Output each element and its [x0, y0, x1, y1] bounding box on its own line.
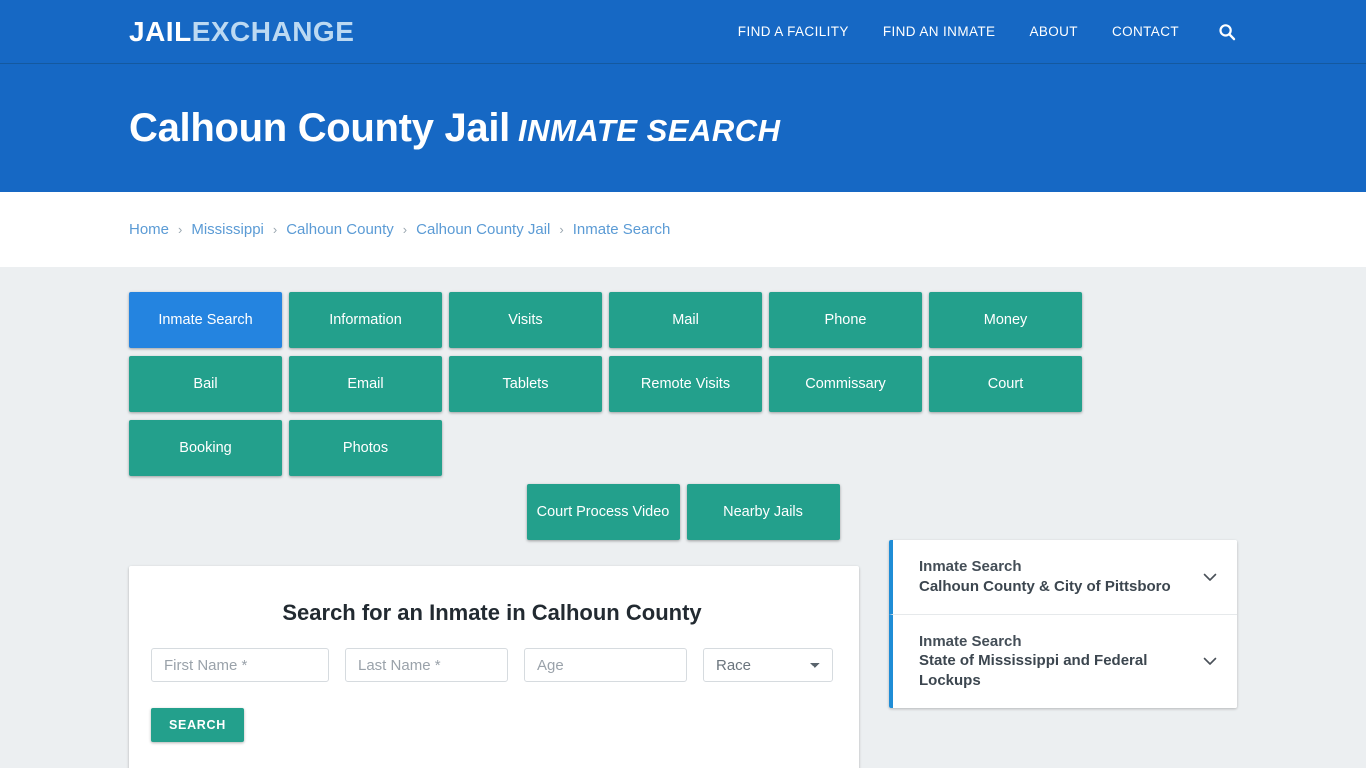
tab-remote-visits[interactable]: Remote Visits: [609, 356, 762, 412]
chevron-down-icon[interactable]: [1199, 650, 1221, 672]
accordion-item-title: Inmate Search: [919, 632, 1022, 650]
search-fields-row: Race: [151, 648, 833, 682]
search-card-heading: Search for an Inmate in Calhoun County: [282, 600, 702, 625]
page-title-main: Calhoun County Jail: [129, 105, 510, 150]
accordion-item-subtitle: Calhoun County & City of Pittsboro: [919, 577, 1171, 595]
tab-visits[interactable]: Visits: [449, 292, 602, 348]
nav-item-find-an-inmate[interactable]: FIND AN INMATE: [883, 24, 996, 39]
tab-nearby-jails[interactable]: Nearby Jails: [686, 484, 840, 540]
tab-information[interactable]: Information: [289, 292, 442, 348]
inmate-search-card: Search for an Inmate in Calhoun County R…: [129, 566, 859, 768]
last-name-input[interactable]: [345, 648, 508, 682]
accordion-item-text: Inmate Search State of Mississippi and F…: [919, 632, 1189, 691]
page-body: Inmate Search Information Visits Mail Ph…: [0, 267, 1366, 768]
nav-item-about[interactable]: ABOUT: [1029, 24, 1078, 39]
tab-money[interactable]: Money: [929, 292, 1082, 348]
accordion-item-title: Inmate Search: [919, 558, 1022, 575]
search-icon[interactable]: [1217, 22, 1237, 42]
breadcrumb-item-mississippi[interactable]: Mississippi: [191, 221, 264, 238]
tab-photos[interactable]: Photos: [289, 420, 442, 476]
chevron-down-icon[interactable]: [1199, 566, 1221, 588]
facility-tab-grid-row3: Court Process Video Nearby Jails: [129, 484, 1237, 540]
breadcrumb-item-calhoun-county-jail[interactable]: Calhoun County Jail: [416, 221, 550, 238]
tab-email[interactable]: Email: [289, 356, 442, 412]
tab-court[interactable]: Court: [929, 356, 1082, 412]
nav-item-find-a-facility[interactable]: FIND A FACILITY: [738, 24, 849, 39]
breadcrumb-item-home[interactable]: Home: [129, 221, 169, 238]
logo-text-exchange: EXCHANGE: [191, 15, 355, 47]
breadcrumb-separator-icon: ›: [559, 222, 564, 237]
search-button[interactable]: SEARCH: [151, 708, 244, 742]
tab-bail[interactable]: Bail: [129, 356, 282, 412]
content-container: Inmate Search Information Visits Mail Ph…: [129, 267, 1237, 768]
race-select[interactable]: Race: [703, 648, 833, 682]
tab-tablets[interactable]: Tablets: [449, 356, 602, 412]
page-title-band: Calhoun County Jail INMATE SEARCH: [0, 64, 1366, 192]
site-logo[interactable]: JAILEXCHANGE: [129, 15, 355, 47]
age-input[interactable]: [524, 648, 687, 682]
page-title: Calhoun County Jail INMATE SEARCH: [129, 106, 781, 151]
nav-item-contact[interactable]: CONTACT: [1112, 24, 1179, 39]
tab-inmate-search[interactable]: Inmate Search: [129, 292, 282, 348]
left-column: Search for an Inmate in Calhoun County R…: [129, 566, 859, 768]
breadcrumb-separator-icon: ›: [402, 222, 408, 237]
tab-court-process-video[interactable]: Court Process Video: [526, 484, 680, 540]
first-name-input[interactable]: [151, 648, 329, 682]
sidebar: Inmate Search Calhoun County & City of P…: [889, 540, 1237, 708]
site-header: JAILEXCHANGE FIND A FACILITY FIND AN INM…: [0, 0, 1366, 64]
accordion-item-subtitle: State of Mississippi and Federal Lockups: [919, 652, 1148, 690]
breadcrumb-item-calhoun-county[interactable]: Calhoun County: [286, 221, 394, 238]
breadcrumb-bar: Home › Mississippi › Calhoun County › Ca…: [0, 192, 1366, 267]
tab-booking[interactable]: Booking: [129, 420, 282, 476]
main-navigation: FIND A FACILITY FIND AN INMATE ABOUT CON…: [738, 22, 1237, 42]
tab-mail[interactable]: Mail: [609, 292, 762, 348]
inmate-search-accordion: Inmate Search Calhoun County & City of P…: [889, 540, 1237, 708]
accordion-item-state-mississippi[interactable]: Inmate Search State of Mississippi and F…: [889, 614, 1237, 708]
logo-text-jail: JAIL: [129, 15, 192, 47]
accordion-item-text: Inmate Search Calhoun County & City of P…: [919, 557, 1189, 597]
lower-section: Search for an Inmate in Calhoun County R…: [129, 540, 1237, 768]
page-title-sub: INMATE SEARCH: [517, 112, 781, 148]
accordion-item-calhoun-county[interactable]: Inmate Search Calhoun County & City of P…: [889, 540, 1237, 615]
tab-commissary[interactable]: Commissary: [769, 356, 922, 412]
facility-tab-grid: Inmate Search Information Visits Mail Ph…: [129, 267, 1237, 476]
breadcrumb-item-inmate-search: Inmate Search: [572, 221, 671, 238]
breadcrumb-separator-icon: ›: [272, 222, 278, 237]
breadcrumb: Home › Mississippi › Calhoun County › Ca…: [129, 221, 670, 238]
breadcrumb-separator-icon: ›: [178, 222, 183, 237]
tab-phone[interactable]: Phone: [769, 292, 922, 348]
